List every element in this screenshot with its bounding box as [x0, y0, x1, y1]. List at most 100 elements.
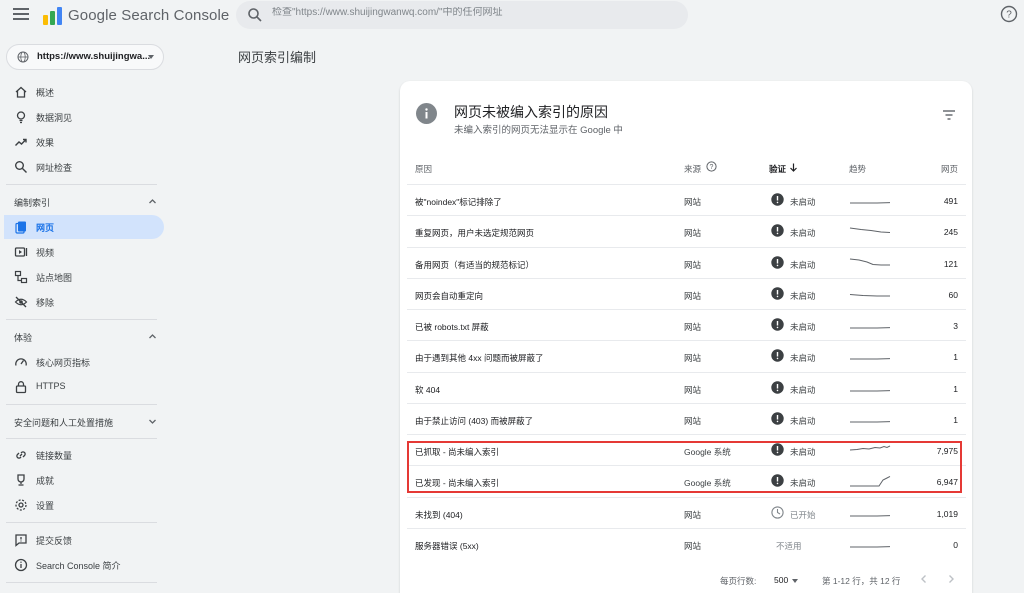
sitemap-icon: [14, 270, 28, 284]
table-row[interactable]: 重复网页，用户未选定规范网页 网站 未启动 245: [407, 215, 966, 246]
search-input[interactable]: [272, 7, 672, 18]
sidebar-item-sitemaps[interactable]: 站点地图: [4, 265, 164, 289]
row-page-count: 1,019: [936, 508, 958, 519]
row-page-count: 121: [943, 258, 958, 269]
row-page-count: 7,975: [936, 446, 958, 456]
trend-sparkline: [850, 202, 891, 204]
column-header-validation[interactable]: 验证: [769, 163, 786, 175]
app-title: Google Search Console: [68, 7, 230, 24]
table-row[interactable]: 由于遇到其他 4xx 问题而被屏蔽了 网站 未启动 1: [407, 340, 966, 371]
row-source: 网站: [684, 290, 702, 301]
sidebar-item-removals[interactable]: 移除: [4, 290, 164, 314]
sidebar-item-https[interactable]: HTTPS: [4, 375, 164, 399]
row-source: 网站: [684, 259, 702, 270]
alert-icon: [771, 193, 784, 206]
column-header-pages[interactable]: 网页: [941, 163, 958, 175]
rows-per-page-select[interactable]: 500: [774, 575, 788, 585]
link-icon: [16, 451, 26, 459]
property-selector[interactable]: https://www.shuijingwa...: [6, 44, 164, 70]
row-validation-status: 未启动: [790, 322, 816, 332]
reasons-card: 网页未被编入索引的原因 未编入索引的网页无法显示在 Google 中 原因 来源…: [400, 81, 972, 593]
chevron-right-icon[interactable]: [945, 573, 957, 585]
arrow-down-icon[interactable]: [789, 163, 798, 172]
column-header-source[interactable]: 来源: [684, 163, 701, 175]
sidebar-item-overview[interactable]: 概述: [4, 80, 164, 104]
row-validation-status: 未启动: [790, 259, 816, 270]
row-reason: 被"noindex"标记排除了: [415, 197, 502, 207]
sidebar-item-pages[interactable]: 网页: [4, 215, 164, 239]
row-page-count: 491: [943, 196, 958, 206]
chevron-left-icon[interactable]: [918, 573, 930, 585]
row-validation-status: 未启动: [790, 353, 816, 364]
card-subtitle: 未编入索引的网页无法显示在 Google 中: [454, 125, 623, 136]
sidebar-item-feedback[interactable]: 提交反馈: [4, 528, 164, 552]
sidebar-section-security[interactable]: 安全问题和人工处置措施: [4, 409, 164, 433]
menu-icon[interactable]: [13, 8, 29, 22]
video-icon: [14, 247, 28, 257]
alert-icon: [771, 412, 784, 425]
row-page-count: 245: [943, 227, 958, 238]
sidebar-item-label: 视频: [36, 248, 55, 258]
row-page-count: 1: [953, 352, 958, 363]
section-label: 编制索引: [14, 198, 51, 208]
sidebar-item-core-web-vitals[interactable]: 核心网页指标: [4, 350, 164, 374]
url-inspection-search[interactable]: [236, 1, 688, 29]
trending-up-icon: [15, 138, 27, 146]
sidebar-item-label: 设置: [36, 501, 55, 511]
table-row[interactable]: 已抓取 - 尚未编入索引 Google 系统 未启动 7,975: [407, 434, 966, 465]
row-page-count: 1: [953, 414, 958, 425]
sidebar-item-label: 成就: [36, 476, 55, 486]
sidebar-item-about[interactable]: Search Console 简介: [4, 553, 164, 577]
trend-sparkline: [849, 258, 890, 265]
table-row[interactable]: 由于禁止访问 (403) 而被屏蔽了 网站 未启动 1: [407, 402, 966, 434]
chevron-down-icon[interactable]: [792, 579, 798, 583]
row-reason: 备用网页（有适当的规范标记）: [415, 259, 535, 270]
info-icon: [14, 558, 28, 572]
table-row[interactable]: 软 404 网站 未启动 1: [407, 371, 966, 403]
row-reason: 已发现 - 尚未编入索引: [415, 478, 500, 489]
help-icon[interactable]: ?: [706, 161, 717, 172]
home-icon: [15, 86, 27, 98]
alert-icon: [771, 349, 784, 362]
row-page-count: 6,947: [936, 477, 958, 488]
sidebar-item-insights[interactable]: 数据洞见: [4, 105, 164, 129]
row-validation-status: 未启动: [790, 478, 816, 489]
alert-icon: [771, 474, 784, 487]
table-row[interactable]: 被"noindex"标记排除了 网站 未启动 491: [407, 184, 966, 215]
lightbulb-icon: [16, 111, 26, 124]
sidebar-item-performance[interactable]: 效果: [4, 130, 164, 154]
table-row[interactable]: 已被 robots.txt 屏蔽 网站 未启动 3: [407, 309, 966, 340]
sidebar-item-achievements[interactable]: 成就: [4, 468, 164, 492]
clock-icon: [771, 505, 784, 519]
card-title: 网页未被编入索引的原因: [454, 104, 608, 120]
row-reason: 重复网页，用户未选定规范网页: [415, 228, 535, 239]
row-source: Google 系统: [684, 447, 731, 457]
property-label: https://www.shuijingwa...: [37, 51, 151, 62]
sidebar-item-label: 概述: [36, 88, 55, 98]
column-header-reason[interactable]: 原因: [415, 163, 432, 175]
alert-icon: [771, 443, 784, 456]
table-row[interactable]: 未找到 (404) 网站 已开始 1,019: [407, 496, 966, 528]
column-header-trend: 趋势: [849, 164, 867, 174]
row-source: 网站: [684, 322, 702, 332]
sidebar-divider: [6, 438, 157, 439]
table-row[interactable]: 网页会自动重定向 网站 未启动 60: [407, 277, 966, 309]
sidebar-item-settings[interactable]: 设置: [4, 493, 164, 517]
sidebar-section-experience[interactable]: 体验: [4, 324, 164, 348]
sidebar-item-label: 站点地图: [36, 273, 73, 283]
table-row[interactable]: 服务器错误 (5xx) 网站 不适用 0: [407, 527, 966, 559]
trend-sparkline: [850, 420, 891, 423]
row-validation-status: 未启动: [790, 228, 816, 239]
sidebar-item-url-inspection[interactable]: 网址检查: [4, 155, 164, 179]
pages-icon: [15, 221, 26, 234]
sidebar-section-indexing[interactable]: 编制索引: [4, 189, 164, 213]
sidebar-item-links[interactable]: 链接数量: [4, 443, 164, 467]
pagination-range: 第 1-12 行，共 12 行: [822, 576, 901, 586]
help-icon[interactable]: ?: [1000, 5, 1018, 23]
table-row[interactable]: 已发现 - 尚未编入索引 Google 系统 未启动 6,947: [407, 465, 966, 496]
sidebar: https://www.shuijingwa... 概述 数据洞见 效果 网址检…: [0, 32, 172, 593]
filter-icon[interactable]: [943, 110, 955, 120]
pagination-footer: 每页行数: 500 第 1-12 行，共 12 行: [400, 571, 972, 593]
table-row[interactable]: 备用网页（有适当的规范标记） 网站 未启动 121: [407, 246, 966, 278]
sidebar-item-videos[interactable]: 视频: [4, 240, 164, 264]
